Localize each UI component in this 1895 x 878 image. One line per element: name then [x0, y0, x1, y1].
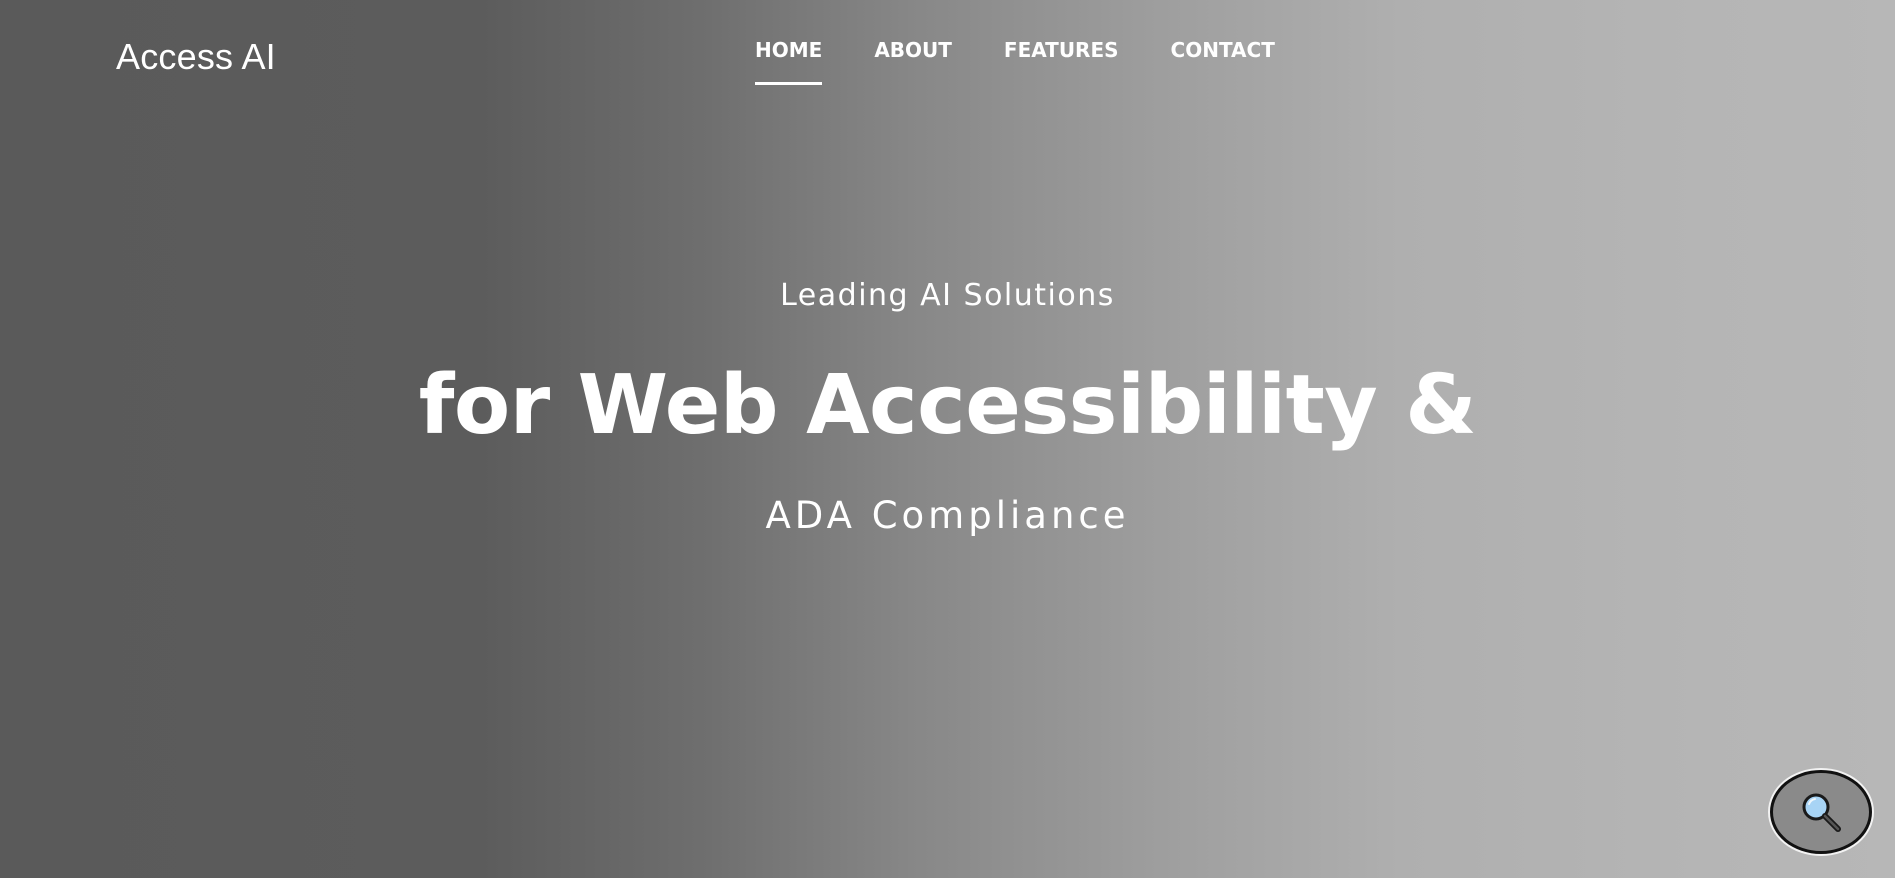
nav-item-contact[interactable]: CONTACT [1171, 38, 1275, 68]
hero-page: Access AI HOME ABOUT FEATURES CONTACT Le… [0, 0, 1895, 878]
site-logo[interactable]: Access AI [116, 36, 276, 78]
accessibility-widget-button[interactable] [1770, 770, 1872, 854]
nav-item-home[interactable]: HOME [755, 38, 823, 85]
hero-tagline: ADA Compliance [765, 494, 1130, 537]
magnifier-icon [1802, 793, 1841, 832]
main-nav: HOME ABOUT FEATURES CONTACT [755, 38, 1275, 85]
hero-title: for Web Accessibility & [418, 358, 1477, 453]
hero-subtitle: Leading AI Solutions [780, 278, 1115, 313]
nav-item-features[interactable]: FEATURES [1004, 38, 1119, 68]
nav-item-about[interactable]: ABOUT [874, 38, 952, 68]
